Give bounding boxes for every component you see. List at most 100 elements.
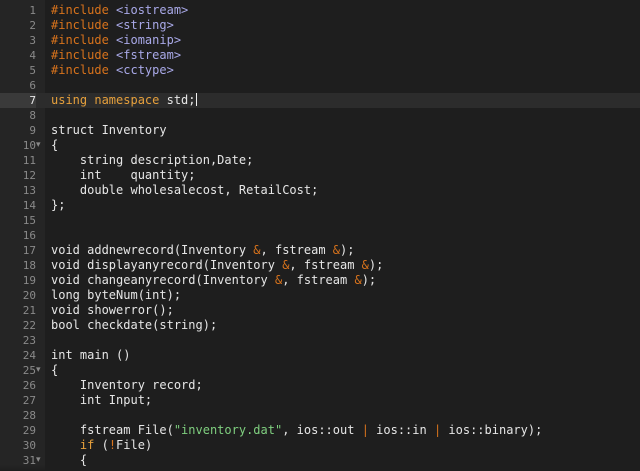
code-line[interactable]: 13 double wholesalecost, RetailCost; [0,183,640,198]
code-line[interactable]: 15 [0,213,640,228]
line-number: 11 [22,154,36,167]
code-text[interactable]: string description,Date; [51,153,253,168]
code-token: #include [51,48,117,62]
code-text[interactable]: void showerror(); [51,303,174,318]
code-line[interactable]: 6 [0,78,640,93]
code-line[interactable]: 17 void addnewrecord(Inventory &, fstream… [0,243,640,258]
code-token: void displayanyrecord(Inventory [51,258,283,272]
code-text[interactable]: struct Inventory [51,123,167,138]
code-line[interactable]: 11 string description,Date; [0,153,640,168]
code-line[interactable]: 23 [0,333,640,348]
editor-bottom-edge [0,465,640,471]
line-number: 26 [22,379,36,392]
code-text[interactable]: }; [51,198,65,213]
code-line[interactable]: 4 #include <fstream> [0,48,640,63]
line-number: 24 [22,349,36,362]
code-token: , ios::out [282,423,362,437]
code-text[interactable]: { [51,363,58,378]
code-text[interactable]: double wholesalecost, RetailCost; [51,183,318,198]
code-text[interactable]: #include <iomanip> [51,33,181,48]
code-text[interactable]: #include <string> [51,18,174,33]
line-number: 6 [29,79,36,92]
line-number: 14 [22,199,36,212]
code-token: using [51,93,95,107]
code-token: void showerror(); [51,303,174,317]
code-text[interactable]: int quantity; [51,168,196,183]
code-line[interactable]: 9 struct Inventory [0,123,640,138]
code-text[interactable]: int main () [51,348,130,363]
code-text[interactable]: void displayanyrecord(Inventory &, fstre… [51,258,383,273]
code-line[interactable]: 18 void displayanyrecord(Inventory &, fst… [0,258,640,273]
code-line[interactable]: 28 [0,408,640,423]
code-token: , fstream [260,243,333,257]
code-line[interactable]: 19 void changeanyrecord(Inventory &, fstr… [0,273,640,288]
fold-toggle-icon[interactable]: ▾ [36,138,45,153]
code-text[interactable]: #include <iostream> [51,3,188,18]
code-text[interactable]: int Input; [51,393,152,408]
code-text[interactable]: using namespace std; [51,93,197,108]
code-text[interactable]: void addnewrecord(Inventory &, fstream &… [51,243,354,258]
code-token: <string> [116,18,174,32]
fold-toggle-icon[interactable]: ▾ [36,363,45,378]
code-token: ); [368,258,384,272]
code-token: if [79,438,95,452]
code-token: <fstream> [116,48,182,62]
code-token: std; [166,93,196,107]
code-line[interactable]: 14}; [0,198,640,213]
code-line[interactable]: 29 fstream File("inventory.dat", ios::ou… [0,423,640,438]
line-number: 29 [22,424,36,437]
code-token: ); [340,243,355,257]
line-number: 23 [22,334,36,347]
code-token: File) [116,438,153,452]
code-line[interactable]: 26 Inventory record; [0,378,640,393]
line-number: 22 [22,319,36,332]
code-line[interactable]: 24 int main () [0,348,640,363]
code-editor[interactable]: 1 #include <iostream> 2 #include <string> 3 #… [0,0,640,471]
line-number: 19 [22,274,36,287]
code-token: #include [51,63,117,77]
code-token: <iomanip> [116,33,182,47]
code-token: <iostream> [116,3,189,17]
code-text[interactable]: #include <fstream> [51,48,181,63]
code-token: ); [361,273,377,287]
line-number: 25 [22,364,36,377]
code-line[interactable]: 25 ▾ { [0,363,640,378]
code-token: void changeanyrecord(Inventory [51,273,275,287]
code-line[interactable]: 3 #include <iomanip> [0,33,640,48]
code-text[interactable]: Inventory record; [51,378,203,393]
code-token: namespace [94,93,167,107]
code-line[interactable]: 30 if (!File) [0,438,640,453]
code-text[interactable]: fstream File("inventory.dat", ios::out |… [51,423,542,438]
line-number: 15 [22,214,36,227]
code-line[interactable]: 27 int Input; [0,393,640,408]
code-token: & [253,243,261,257]
code-line[interactable]: 10 ▾ { [0,138,640,153]
code-line[interactable]: 22 bool checkdate(string); [0,318,640,333]
code-text[interactable]: bool checkdate(string); [51,318,217,333]
code-line[interactable]: 12 int quantity; [0,168,640,183]
code-line[interactable]: 2 #include <string> [0,18,640,33]
line-number: 18 [22,259,36,272]
code-token: { [51,138,59,152]
code-text[interactable]: if (!File) [51,438,152,453]
code-text[interactable]: void changeanyrecord(Inventory &, fstrea… [51,273,376,288]
code-line[interactable]: 5 #include <cctype> [0,63,640,78]
code-line[interactable]: 1 #include <iostream> [0,3,640,18]
code-token: & [361,258,369,272]
code-text[interactable]: #include <cctype> [51,63,174,78]
code-line[interactable]: 20 long byteNum(int); [0,288,640,303]
code-text[interactable]: long byteNum(int); [51,288,181,303]
code-line[interactable]: 16 [0,228,640,243]
code-text[interactable]: { [51,138,58,153]
code-line[interactable]: 21 void showerror(); [0,303,640,318]
code-token: void addnewrecord(Inventory [51,243,254,257]
code-token: & [332,243,341,257]
code-line[interactable]: 7 using namespace std; [0,93,640,108]
line-number: 16 [22,229,36,242]
code-line[interactable]: 8 [0,108,640,123]
code-token: int Input; [51,393,153,407]
code-token: }; [51,198,66,212]
line-number: 20 [22,289,36,302]
line-number: 9 [29,124,36,137]
line-number: 5 [29,64,36,77]
